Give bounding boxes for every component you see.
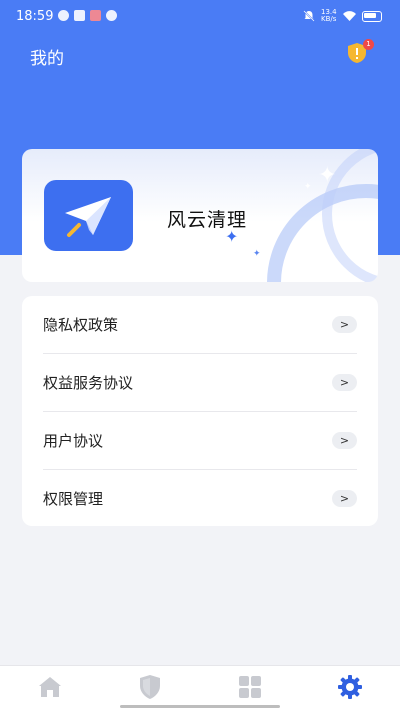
tab-settings[interactable] [336, 673, 364, 701]
menu-item-privacy-policy[interactable]: 隐私权政策 > [43, 296, 357, 354]
home-indicator[interactable] [120, 705, 280, 708]
notification-count-badge: 1 [363, 39, 374, 50]
battery-icon [362, 10, 382, 22]
menu-item-label: 权限管理 [43, 490, 104, 508]
status-system-icons: 13.4 KB/s [303, 9, 382, 23]
paper-plane-icon [64, 196, 111, 237]
menu-item-label: 隐私权政策 [43, 316, 119, 334]
notification-icon [58, 10, 69, 21]
home-icon [39, 677, 61, 697]
menu-item-label: 用户协议 [43, 432, 104, 450]
gear-icon [338, 675, 362, 699]
menu-item-service-agreement[interactable]: 权益服务协议 > [43, 354, 357, 412]
tab-tools[interactable] [236, 673, 264, 701]
menu-item-user-agreement[interactable]: 用户协议 > [43, 412, 357, 470]
chevron-right-icon: > [332, 374, 357, 391]
app-logo [44, 180, 133, 251]
tab-protection[interactable] [136, 673, 164, 701]
menu-item-label: 权益服务协议 [43, 374, 134, 392]
chevron-right-icon: > [332, 316, 357, 333]
mute-icon [303, 10, 315, 22]
app-notification-icon [90, 10, 101, 21]
app-name: 风云清理 [167, 209, 248, 231]
sparkle-icon: ✦ [318, 163, 337, 188]
status-bar: 18:59 13.4 KB/s [0, 0, 400, 32]
shield-icon [140, 675, 160, 699]
timer-icon [106, 10, 117, 21]
page-title: 我的 [30, 49, 64, 69]
mail-icon [74, 10, 85, 21]
chevron-right-icon: > [332, 490, 357, 507]
app-info-card: ✦ ✦ ✦ ✦ 风云清理 [22, 149, 378, 282]
status-notification-icons [58, 10, 117, 21]
bottom-tab-bar [0, 665, 400, 711]
wifi-icon [343, 11, 356, 21]
sparkle-icon: ✦ [304, 182, 312, 192]
network-speed: 13.4 KB/s [321, 8, 337, 23]
settings-menu: 隐私权政策 > 权益服务协议 > 用户协议 > 权限管理 > [22, 296, 378, 526]
chevron-right-icon: > [332, 432, 357, 449]
grid-icon [239, 676, 261, 698]
vip-badge-button[interactable]: 1 [346, 39, 374, 66]
tab-home[interactable] [36, 673, 64, 701]
menu-item-permission-management[interactable]: 权限管理 > [43, 470, 357, 527]
sparkle-icon: ✦ [253, 249, 261, 259]
status-time: 18:59 [16, 9, 54, 24]
